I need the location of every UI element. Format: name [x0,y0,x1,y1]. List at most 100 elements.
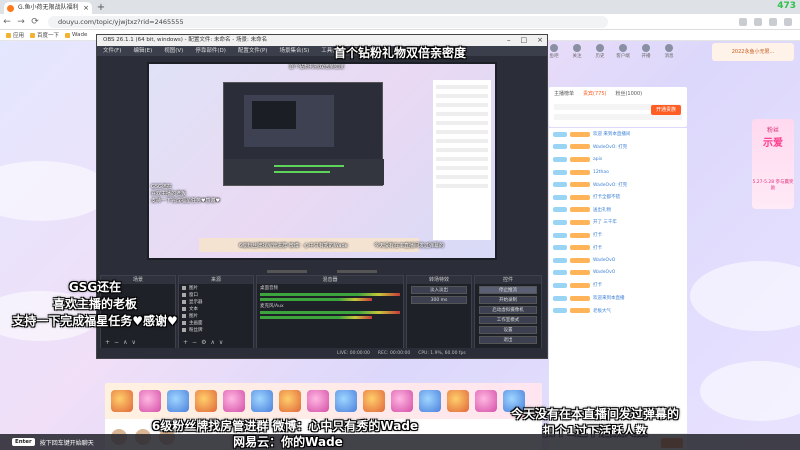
bookmark-wade[interactable]: Wade [65,32,87,38]
source-item[interactable]: 窗口 [179,291,253,298]
side-promo-banner[interactable]: 粉丝 示爱 5.27-5.28 参与赢奖励 [752,119,794,209]
volume-slider[interactable] [260,316,372,319]
source-type-icon [182,299,186,304]
close-icon[interactable]: × [537,35,543,46]
noble-button[interactable]: 开通贵族 [651,105,681,115]
gift-icon[interactable] [139,390,161,412]
gift-icon[interactable] [391,390,413,412]
remove-icon[interactable]: − [114,339,119,346]
chat-text: 送出礼物 [593,207,611,213]
close-icon[interactable]: × [83,2,89,14]
source-item[interactable]: 粉丝牌 [179,326,253,333]
gift-icon[interactable] [307,390,329,412]
gift-icon[interactable] [223,390,245,412]
forward-icon[interactable]: → [14,17,28,27]
stop-stream-button[interactable]: 停止推流 [479,286,537,294]
chevron-down-icon[interactable]: ∨ [131,339,135,346]
nav-item-messages[interactable]: 消息 [663,44,675,64]
gift-icon[interactable] [111,390,133,412]
gear-icon[interactable]: ⚙ [201,339,206,346]
remove-icon[interactable]: − [192,339,197,346]
mixer-track: 桌面音频 [257,284,403,302]
add-icon[interactable]: + [105,339,110,346]
douyu-favicon-icon [7,5,14,12]
nested-caption-top: 首个钻粉礼物双倍亲密度 [289,64,345,70]
obs-preview[interactable]: 首个钻粉礼物双倍亲密度 GSG还在 喜欢主播的老板 支持一下完成福星任务♥感谢♥… [147,62,497,260]
obs-window: OBS 26.1.1 (64 bit, windows) - 配置文件: 未命名… [96,34,548,359]
url-input[interactable]: douyu.com/topic/yjwjtxz?rid=2465555 [48,15,608,28]
event-banner[interactable]: 2022永鱼小无限... [712,43,794,61]
gift-icon[interactable] [503,390,525,412]
start-recording-button[interactable]: 开始录制 [479,296,537,304]
gift-icon[interactable] [279,390,301,412]
new-tab-icon[interactable]: + [95,2,107,14]
gift-icon[interactable] [419,390,441,412]
menu-profile[interactable]: 配置文件(P) [238,46,268,56]
nav-item-broadcast[interactable]: 开播 [640,44,652,64]
gift-icon[interactable] [335,390,357,412]
profile-icon[interactable] [784,17,792,26]
source-item[interactable]: 显示器 [179,298,253,305]
nested-chat-line [436,85,488,89]
scene-item[interactable]: 场景 [101,284,175,291]
nav-item-client[interactable]: 客户端 [616,44,630,64]
extension-icon[interactable] [739,17,747,26]
menu-edit[interactable]: 编辑(E) [133,46,152,56]
bookmark-baidu[interactable]: 百度一下 [30,31,59,39]
source-item[interactable]: 图片 [179,312,253,319]
gift-icon[interactable] [363,390,385,412]
obs-docks: 场景 场景 + − ∧ ∨ 来源 图片 窗口 显示器 文本 图片 主画面 粉丝牌 + − ⚙ ∧ ∨ 混音… [97,275,547,349]
tab-anchor-rank[interactable]: 主播榜单 [554,90,574,97]
settings-button[interactable]: 设置 [479,326,537,334]
maximize-icon[interactable]: □ [521,35,528,46]
source-item[interactable]: 主画面 [179,319,253,326]
menu-docks[interactable]: 停靠部件(D) [195,46,226,56]
gift-icon[interactable] [195,390,217,412]
menu-tools[interactable]: 工具(T) [321,46,340,56]
minimize-icon[interactable]: – [507,35,511,46]
nav-item-follow[interactable]: 关注 [571,44,583,64]
extension-icon[interactable] [754,17,762,26]
level-badge [553,295,567,301]
tab-fans[interactable]: 粉丝(1000) [615,90,642,97]
source-item[interactable]: 文本 [179,305,253,312]
volume-slider[interactable] [260,298,372,301]
chevron-up-icon[interactable]: ∧ [123,339,127,346]
back-icon[interactable]: ← [0,17,14,27]
chat-message: apis [549,153,687,166]
chat-text: 打卡全都不错 [593,195,620,201]
cloud-decoration [0,291,100,341]
chat-hint-text: 按下回车键开始聊天 [39,439,94,447]
side-promo-sub: 5.27-5.28 参与赢奖励 [752,180,794,191]
menu-help[interactable]: 帮助(H) [352,46,371,56]
reload-icon[interactable]: ⟳ [28,17,42,27]
menu-file[interactable]: 文件(F) [103,46,121,56]
sources-list: 图片 窗口 显示器 文本 图片 主画面 粉丝牌 [179,284,253,333]
source-label: 主画面 [189,320,203,326]
chevron-down-icon[interactable]: ∨ [219,339,223,346]
studio-mode-button[interactable]: 工作室模式 [479,316,537,324]
chat-message: WadeOvO: 打完 [549,178,687,191]
exit-button[interactable]: 退出 [479,336,537,344]
nav-item-yuba[interactable]: 鱼吧 [548,44,560,64]
gift-icon[interactable] [447,390,469,412]
transition-select[interactable]: 淡入淡出 [411,286,467,294]
browser-tab[interactable]: G.鱼小荷无限战队福利 × [4,2,92,14]
menu-view[interactable]: 视图(V) [164,46,183,56]
tab-vip[interactable]: 贵宾(775) [583,90,606,97]
duration-input[interactable]: 300 ms [411,296,467,304]
fan-badge [570,308,590,314]
gift-icon[interactable] [251,390,273,412]
source-item[interactable]: 图片 [179,284,253,291]
virtual-camera-button[interactable]: 启动虚拟摄像机 [479,306,537,314]
bookmark-apps[interactable]: 应用 [6,31,24,39]
gift-icon[interactable] [167,390,189,412]
fan-badge [570,182,590,188]
controls-header: 控件 [475,276,541,284]
nav-item-history[interactable]: 历史 [594,44,606,64]
gift-icon[interactable] [475,390,497,412]
menu-scene-collection[interactable]: 场景集合(S) [279,46,309,56]
extension-icon[interactable] [769,17,777,26]
add-icon[interactable]: + [183,339,188,346]
chevron-up-icon[interactable]: ∧ [210,339,214,346]
